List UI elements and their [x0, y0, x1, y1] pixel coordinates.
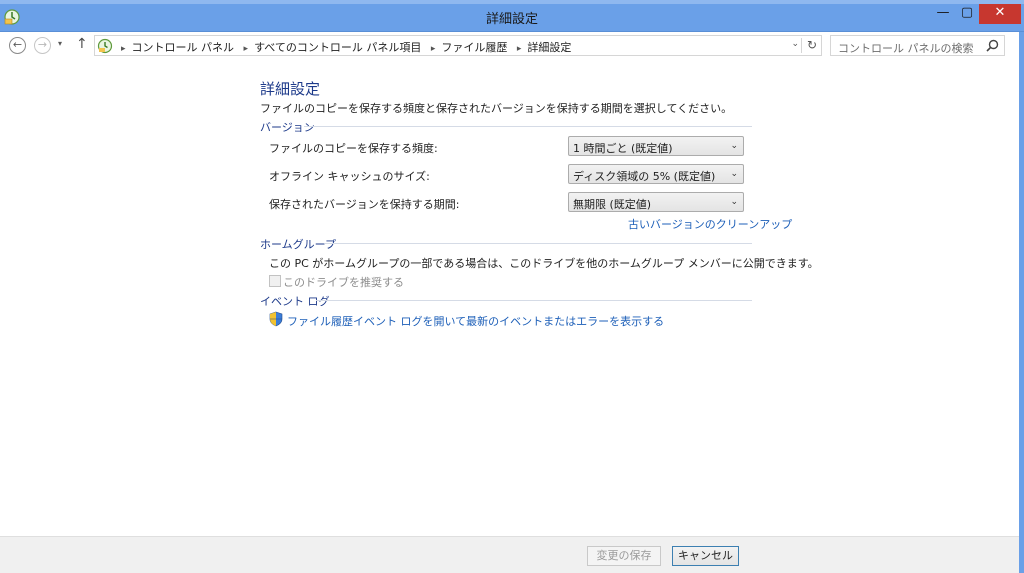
cancel-button[interactable]: キャンセル — [672, 546, 739, 566]
chevron-down-icon: ⌄ — [730, 141, 738, 151]
window-title: 詳細設定 — [485, 12, 538, 27]
offline-cache-select[interactable]: ディスク領域の 5% (既定値) ⌄ — [568, 164, 744, 184]
shield-icon — [269, 311, 283, 327]
footer-bar: 変更の保存 キャンセル — [0, 536, 1024, 573]
breadcrumb-advanced-settings[interactable]: 詳細設定 — [527, 41, 571, 54]
address-bar[interactable]: ▸ コントロール パネル ▸ すべてのコントロール パネル項目 ▸ ファイル履歴 ▸ 詳… — [94, 35, 822, 56]
save-changes-button[interactable]: 変更の保存 — [587, 546, 661, 566]
breadcrumb-file-history[interactable]: ファイル履歴 — [441, 41, 507, 54]
search-icon[interactable] — [986, 39, 999, 52]
minimize-button[interactable]: — — [930, 4, 956, 24]
control-panel-icon — [97, 38, 113, 54]
window-border — [1019, 32, 1024, 573]
breadcrumb-separator-icon[interactable]: ▸ — [431, 44, 436, 54]
homegroup-description: この PC がホームグループの一部である場合は、このドライブを他のホームグループ… — [269, 257, 819, 270]
refresh-button[interactable]: ↻ — [807, 38, 817, 52]
keep-versions-value: 無期限 (既定値) — [573, 198, 652, 211]
offline-cache-label: オフライン キャッシュのサイズ: — [269, 170, 430, 183]
maximize-button[interactable]: ▢ — [954, 4, 980, 24]
event-log-link[interactable]: ファイル履歴イベント ログを開いて最新のイベントまたはエラーを表示する — [287, 313, 664, 329]
versions-heading: バージョン — [260, 121, 315, 134]
breadcrumb: ▸ コントロール パネル ▸ すべてのコントロール パネル項目 ▸ ファイル履歴 ▸ 詳… — [115, 39, 571, 55]
homegroup-heading: ホームグループ — [260, 238, 337, 251]
versions-divider — [304, 126, 752, 127]
keep-versions-select[interactable]: 無期限 (既定値) ⌄ — [568, 192, 744, 212]
keep-versions-label: 保存されたバージョンを保持する期間: — [269, 198, 460, 211]
offline-cache-value: ディスク領域の 5% (既定値) — [573, 170, 716, 183]
title-bar-strip — [0, 0, 1024, 4]
search-input[interactable]: コントロール パネルの検索 — [830, 35, 1005, 56]
search-placeholder: コントロール パネルの検索 — [838, 42, 974, 55]
chevron-down-icon: ⌄ — [730, 169, 738, 179]
navigation-bar: ← → ▾ ↑ ▸ コントロール パネル ▸ すべてのコントロール パネル項目 ▸ フ… — [0, 32, 1024, 58]
breadcrumb-separator-icon[interactable]: ▸ — [517, 44, 522, 54]
page-description: ファイルのコピーを保存する頻度と保存されたバージョンを保持する期間を選択してくだ… — [260, 102, 733, 115]
recommend-drive-label: このドライブを推奨する — [283, 276, 404, 289]
up-button[interactable]: ↑ — [76, 36, 88, 52]
main-content: 詳細設定 ファイルのコピーを保存する頻度と保存されたバージョンを保持する期間を選… — [0, 58, 1024, 536]
address-divider — [801, 38, 802, 53]
save-frequency-select[interactable]: 1 時間ごと (既定値) ⌄ — [568, 136, 744, 156]
recommend-drive-checkbox[interactable] — [269, 275, 281, 287]
eventlog-heading: イベント ログ — [260, 295, 330, 308]
close-button[interactable]: ✕ — [979, 4, 1021, 24]
breadcrumb-separator-icon: ▸ — [121, 44, 126, 54]
save-frequency-label: ファイルのコピーを保存する頻度: — [269, 142, 438, 155]
homegroup-divider — [325, 243, 752, 244]
breadcrumb-all-items[interactable]: すべてのコントロール パネル項目 — [254, 41, 421, 54]
page-title: 詳細設定 — [260, 80, 321, 98]
address-history-button[interactable]: ⌄ — [791, 39, 799, 49]
title-bar[interactable]: 詳細設定 — ▢ ✕ — [0, 0, 1024, 32]
chevron-down-icon: ⌄ — [730, 197, 738, 207]
breadcrumb-control-panel[interactable]: コントロール パネル — [132, 41, 235, 54]
eventlog-divider — [316, 300, 752, 301]
save-frequency-value: 1 時間ごと (既定値) — [573, 142, 673, 155]
recent-locations-button[interactable]: ▾ — [58, 39, 62, 48]
cleanup-versions-link[interactable]: 古いバージョンのクリーンアップ — [628, 216, 792, 232]
breadcrumb-separator-icon[interactable]: ▸ — [244, 44, 249, 54]
back-button[interactable]: ← — [9, 37, 26, 54]
forward-button[interactable]: → — [34, 37, 51, 54]
